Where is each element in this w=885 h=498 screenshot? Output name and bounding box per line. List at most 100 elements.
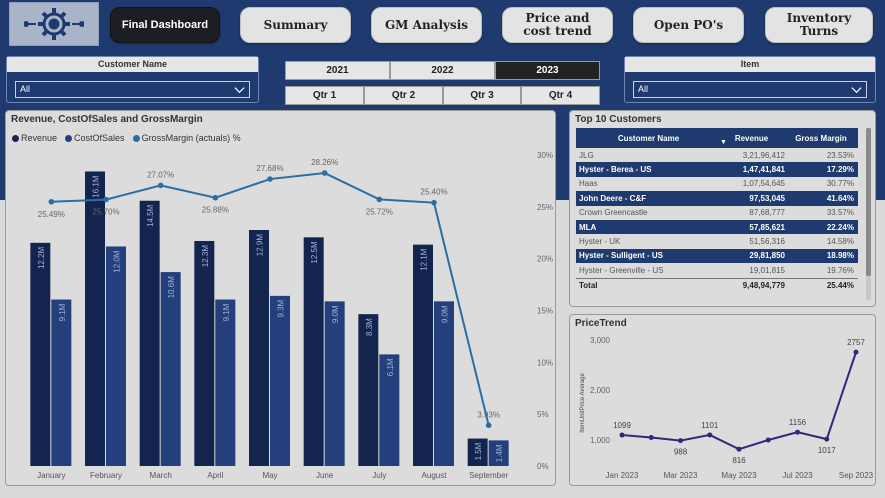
- table-row[interactable]: Crown Greencastle 87,68,777 33.57%: [576, 206, 858, 220]
- price-trend-chart: 1,000 2,000 3,000 ItemUnitPrice Average Jan …: [580, 336, 874, 480]
- x-tick-label: February: [90, 471, 122, 480]
- table-row[interactable]: JLG 3,21,96,412 23.53%: [576, 148, 858, 162]
- year-2021-button[interactable]: 2021: [285, 61, 390, 80]
- cell-customer-name: Crown Greencastle: [579, 208, 648, 218]
- bar-value-label: 6.1M: [386, 358, 395, 376]
- gross-margin-point: [157, 182, 164, 189]
- bar-value-label: 12.2M: [37, 246, 46, 269]
- price-point: [824, 436, 830, 442]
- price-point: [648, 435, 654, 440]
- bar-value-label: 9.3M: [277, 300, 286, 318]
- column-header-revenue[interactable]: ▼ Revenue: [718, 134, 788, 146]
- bar-costofsales: [215, 299, 236, 466]
- bar-value-label: 8.3M: [365, 318, 374, 336]
- x-tick-label: May: [262, 471, 277, 480]
- item-slicer: Item All: [624, 56, 876, 103]
- x-tick-label: June: [316, 471, 334, 480]
- y2-tick-label: 5%: [537, 410, 549, 419]
- cell-customer-name: JLG: [579, 150, 594, 160]
- cell-gross-margin: 18.98%: [826, 251, 854, 261]
- qtr-1-button[interactable]: Qtr 1: [285, 86, 364, 105]
- table-row[interactable]: Haas 1,07,54,645 30.77%: [576, 177, 858, 191]
- gross-margin-point: [321, 170, 328, 176]
- cell-revenue: 87,68,777: [749, 208, 785, 218]
- x-tick-label: Jul 2023: [782, 471, 813, 480]
- cell-gross-margin: 19.76%: [826, 265, 854, 275]
- cell-customer-name: Hyster - UK: [579, 237, 621, 247]
- x-tick-label: March: [150, 471, 172, 480]
- item-dropdown-value: All: [638, 84, 649, 94]
- table-row[interactable]: MLA 57,85,621 22.24%: [576, 219, 858, 235]
- customer-slicer-title: Customer Name: [7, 57, 258, 72]
- y-axis-label: ItemUnitPrice Average: [580, 373, 586, 433]
- revenue-chart-panel: Revenue, CostOfSales and GrossMargin Rev…: [5, 110, 556, 486]
- bar-value-label: 14.5M: [146, 204, 155, 227]
- year-2022-button[interactable]: 2022: [390, 61, 495, 80]
- bar-revenue: [303, 237, 324, 466]
- nav-inventory-turns-button[interactable]: Inventory Turns: [765, 7, 873, 43]
- bar-value-label: 9.0M: [441, 305, 450, 323]
- gross-margin-point: [48, 198, 55, 205]
- price-point-label: 1099: [613, 421, 631, 430]
- item-dropdown[interactable]: All: [633, 81, 867, 98]
- table-row[interactable]: Hyster - Berea - US 1,47,41,841 17.29%: [576, 162, 858, 177]
- revenue-combo-chart: 0% 5% 10% 15% 20% 25% 30% 12.2M 9.1M January 16.1M…: [30, 151, 553, 480]
- nav-open-po-button[interactable]: Open PO's: [633, 7, 744, 43]
- gross-margin-point: [431, 199, 437, 206]
- nav-gm-analysis-button[interactable]: GM Analysis: [371, 7, 482, 43]
- y2-tick-label: 30%: [537, 151, 553, 160]
- year-2023-button[interactable]: 2023: [495, 61, 600, 80]
- qtr-4-button[interactable]: Qtr 4: [521, 86, 600, 105]
- table-body: JLG 3,21,96,412 23.53% Hyster - Berea - US 1…: [576, 148, 858, 278]
- customer-name-slicer: Customer Name All: [6, 56, 259, 103]
- qtr-3-button[interactable]: Qtr 3: [443, 86, 521, 105]
- gross-margin-point: [376, 196, 383, 203]
- price-point: [619, 432, 625, 438]
- total-revenue: 9,48,94,779: [742, 280, 785, 290]
- item-slicer-title: Item: [625, 57, 875, 72]
- x-tick-label: July: [372, 471, 386, 480]
- table-row[interactable]: Hyster - Greenville - US 19,01,815 19.76%: [576, 263, 858, 277]
- gross-margin-label: 27.68%: [256, 164, 283, 173]
- table-row[interactable]: John Deere - C&F 97,53,045 41.64%: [576, 191, 858, 206]
- total-label: Total: [579, 280, 598, 290]
- cell-revenue: 3,21,96,412: [742, 150, 785, 160]
- customer-dropdown[interactable]: All: [15, 81, 250, 98]
- price-trend-line: [621, 351, 857, 451]
- cell-customer-name: Hyster - Sulligent - US: [579, 251, 664, 261]
- bar-value-label: 12.3M: [201, 245, 210, 268]
- cell-gross-margin: 22.24%: [826, 222, 854, 232]
- nav-price-cost-trend-button[interactable]: Price and cost trend: [502, 7, 613, 43]
- cell-revenue: 1,07,54,645: [742, 179, 785, 189]
- bar-value-label: 9.1M: [222, 303, 231, 321]
- cell-customer-name: John Deere - C&F: [579, 193, 647, 203]
- y2-tick-label: 20%: [537, 255, 553, 264]
- bar-value-label: 12.9M: [256, 234, 265, 257]
- x-tick-label: Sep 2023: [839, 471, 874, 480]
- y-tick-label: 3,000: [590, 336, 611, 345]
- gross-margin-label: 3.93%: [477, 410, 500, 419]
- gross-margin-label: 25.88%: [202, 206, 229, 215]
- bar-costofsales: [324, 301, 345, 466]
- cell-customer-name: Haas: [579, 179, 598, 189]
- price-point: [853, 349, 859, 355]
- x-tick-label: August: [422, 471, 448, 480]
- gross-margin-label: 25.72%: [366, 207, 393, 216]
- cell-revenue: 97,53,045: [749, 193, 785, 203]
- nav-summary-button[interactable]: Summary: [240, 7, 351, 43]
- gross-margin-point: [267, 176, 273, 182]
- x-tick-label: Jan 2023: [606, 471, 639, 480]
- gross-margin-label: 27.07%: [147, 170, 174, 179]
- bar-costofsales: [270, 295, 290, 466]
- top-customers-title: Top 10 Customers: [575, 114, 662, 125]
- qtr-2-button[interactable]: Qtr 2: [364, 86, 443, 105]
- bar-value-label: 12.1M: [420, 248, 429, 271]
- column-header-gross-margin[interactable]: Gross Margin: [788, 134, 858, 143]
- nav-final-dashboard-button[interactable]: Final Dashboard: [110, 7, 220, 43]
- column-header-customer[interactable]: Customer Name: [576, 134, 718, 143]
- table-row[interactable]: Hyster - UK 51,56,316 14.58%: [576, 234, 858, 248]
- y-tick-label: 2,000: [590, 386, 611, 395]
- table-row[interactable]: Hyster - Sulligent - US 29,81,850 18.98%: [576, 248, 858, 264]
- table-scrollbar-thumb[interactable]: [866, 128, 871, 276]
- bar-revenue: [139, 200, 160, 466]
